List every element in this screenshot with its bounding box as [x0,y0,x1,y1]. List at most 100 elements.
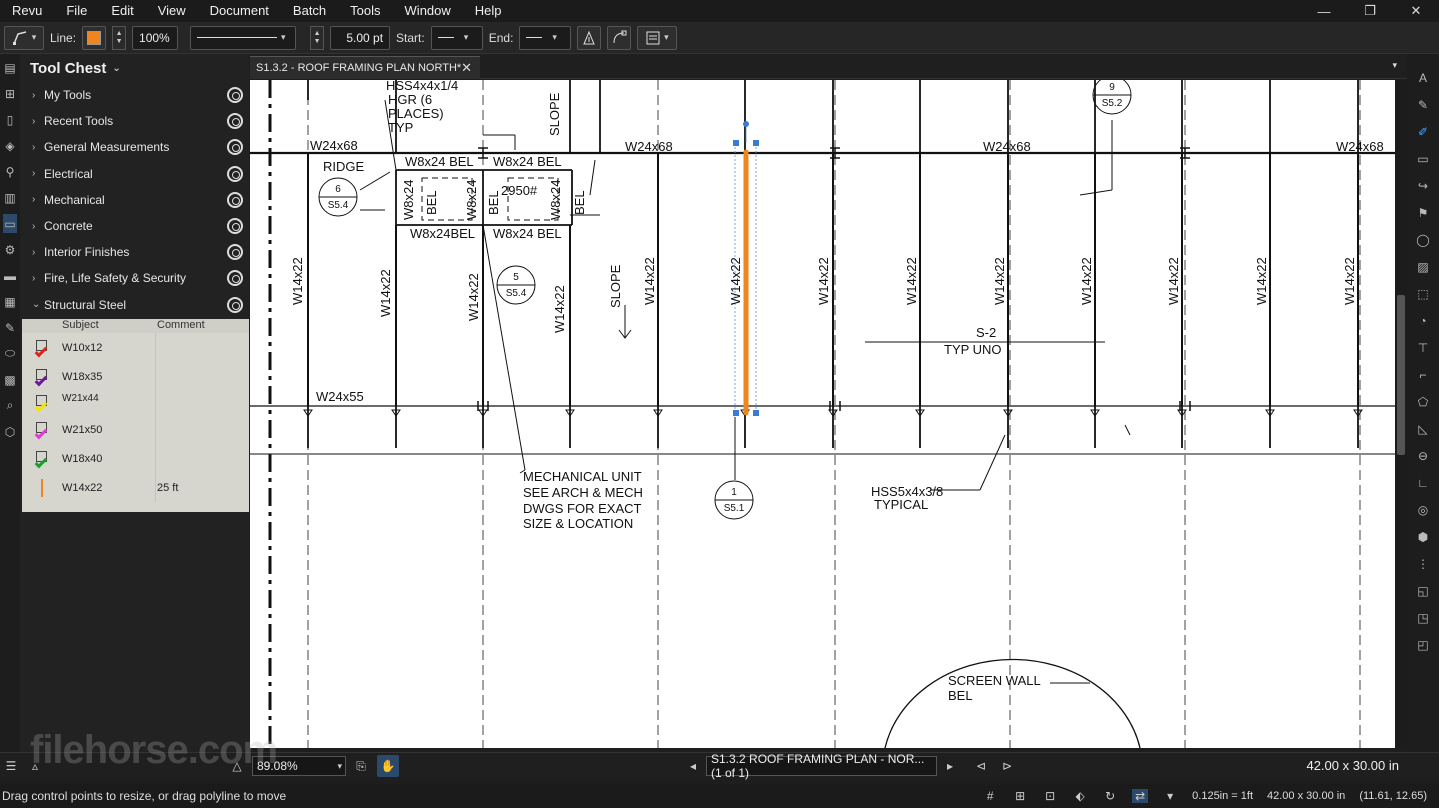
column-comment[interactable]: Comment [157,319,205,333]
menu-view[interactable]: View [146,0,198,22]
opacity-field[interactable]: 100% [132,25,179,50]
tool-chest-icon[interactable]: ▭ [3,214,17,233]
radius-icon[interactable]: ◎ [1414,500,1432,519]
document-tab[interactable]: S1.3.2 - ROOF FRAMING PLAN NORTH* ✕ [250,56,480,79]
gear-icon[interactable] [227,270,243,287]
gear-icon[interactable] [227,191,243,208]
scale-value[interactable]: 0.125in = 1ft [1192,790,1253,802]
bookmarks-icon[interactable]: ▯ [3,110,17,129]
properties-menu-button[interactable]: ▾ [637,25,678,50]
arc-tool-button[interactable] [607,25,632,50]
menu-revu[interactable]: Revu [0,0,54,22]
dynamic-fill-icon[interactable]: ⋮ [1414,554,1432,573]
signatures-icon[interactable]: ✎ [3,318,17,337]
forms-icon[interactable]: ▦ [3,292,17,311]
vertical-scrollbar[interactable] [1395,80,1407,748]
next-view-icon[interactable]: ⊳ [998,757,1016,775]
pin-icon[interactable]: ⚲ [3,162,17,181]
cutout-icon[interactable]: ◳ [1414,608,1432,627]
width-stepper[interactable]: ▲ ▼ [310,25,325,50]
reuse-icon[interactable]: ↻ [1102,789,1118,803]
gear-icon[interactable] [227,217,243,234]
tool-set-fire-life-safety[interactable]: › Fire, Life Safety & Security [20,265,249,291]
menu-tools[interactable]: Tools [338,0,392,22]
snapshot-icon[interactable]: ⬚ [1414,284,1432,303]
tool-set-interior-finishes[interactable]: › Interior Finishes [20,239,249,265]
previous-view-icon[interactable]: ⊲ [972,757,990,775]
grid-icon[interactable]: ⊞ [3,84,17,103]
gear-icon[interactable] [227,113,243,130]
highlight-icon[interactable]: ✎ [1414,95,1432,114]
tool-row-w21x50[interactable]: W21x50 [22,415,249,444]
area-icon[interactable]: ⬠ [1414,392,1432,411]
opacity-stepper[interactable]: ▲ ▼ [112,25,127,50]
select-icon[interactable]: ⎘ [352,757,370,775]
close-icon[interactable]: ✕ [461,60,472,76]
count-icon[interactable]: ⊖ [1414,446,1432,465]
menu-batch[interactable]: Batch [281,0,338,22]
line-color-picker[interactable] [82,25,107,50]
menu-file[interactable]: File [54,0,99,22]
perimeter-icon[interactable]: ◺ [1414,419,1432,438]
sketch-icon[interactable]: ◰ [1414,635,1432,654]
start-arrow-dropdown[interactable]: ▾ [430,25,483,50]
chevron-down-icon[interactable]: ▾ [337,761,342,772]
column-subject[interactable]: Subject [22,319,157,333]
pen-icon[interactable]: ✐ [1414,122,1432,141]
snap-to-grid-icon[interactable]: ⊞ [1012,789,1028,803]
menu-help[interactable]: Help [463,0,514,22]
tool-row-w14x22[interactable]: W14x22 25 ft [22,473,249,502]
roof-framing-plan[interactable]: W24x68 W24x68 W24x68 W24x68 W24x55 HSS4x… [250,80,1395,748]
gear-icon[interactable] [227,139,243,156]
drawing-canvas[interactable]: W24x68 W24x68 W24x68 W24x68 W24x55 HSS4x… [250,80,1395,748]
restore-button[interactable]: ❐ [1347,0,1393,22]
tool-set-structural-steel[interactable]: ⌄ Structural Steel [20,292,249,318]
stamp-icon[interactable]: ⚑ [1414,203,1432,222]
sync-icon[interactable]: ⇄ [1132,789,1149,803]
line-style-dropdown[interactable]: ▾ [190,25,297,50]
page-selector[interactable]: S1.3.2 ROOF FRAMING PLAN - NOR... (1 of … [706,752,937,780]
length-icon[interactable]: ⊤ [1414,338,1432,357]
pan-hand-icon[interactable]: ✋ [377,755,399,777]
snap-to-content-icon[interactable]: ⊡ [1042,789,1058,803]
gear-icon[interactable] [227,296,243,313]
polylength-icon[interactable]: ⌐ [1414,365,1432,384]
measure-icon[interactable]: ◔ [1414,311,1432,330]
tool-row-w21x44[interactable]: W21x44 [22,391,249,420]
arrow-icon[interactable]: ↪ [1414,176,1432,195]
polyline-tool-dropdown[interactable]: ▾ [4,25,44,50]
line-width-field[interactable]: 5.00 pt [330,25,391,50]
tool-set-mechanical[interactable]: › Mechanical [20,187,249,213]
gear-icon[interactable] [227,87,243,103]
minimize-button[interactable]: — [1301,0,1347,22]
sets-icon[interactable]: ⬡ [3,422,17,441]
thumbnails-icon[interactable]: ▤ [3,58,17,77]
scrollbar-thumb[interactable] [1397,295,1405,455]
chevron-down-icon[interactable]: ▾ [1392,60,1397,71]
tool-set-general-measurements[interactable]: › General Measurements [20,134,249,160]
search-icon[interactable]: ⌕ [3,396,17,415]
tool-set-electrical[interactable]: › Electrical [20,161,249,187]
tool-set-recent-tools[interactable]: › Recent Tools [20,108,249,134]
layers-icon[interactable]: ◈ [3,136,17,155]
gear-icon[interactable] [227,165,243,182]
tag-icon[interactable]: ⬭ [3,344,17,363]
menu-document[interactable]: Document [198,0,281,22]
tool-row-w18x40[interactable]: W18x40 [22,444,249,473]
angle-icon[interactable]: ∟ [1414,473,1432,492]
measurements-icon[interactable]: ▬ [3,266,17,285]
snap-to-markup-icon[interactable]: ⬖ [1072,789,1088,803]
text-tool-icon[interactable]: A [1414,68,1432,87]
batch-icon[interactable]: ▩ [3,370,17,389]
file-access-icon[interactable]: ▥ [3,188,17,207]
image-icon[interactable]: ▨ [1414,257,1432,276]
pen-format-button[interactable] [577,25,602,50]
shape-icon[interactable]: ◯ [1414,230,1432,249]
grid-icon[interactable]: # [982,789,998,803]
end-arrow-dropdown[interactable]: ▾ [519,25,572,50]
tool-row-w10x12[interactable]: W10x12 [22,333,249,362]
tool-row-w18x35[interactable]: W18x35 [22,362,249,391]
previous-page-icon[interactable]: ◂ [684,757,702,775]
next-page-icon[interactable]: ▸ [941,757,959,775]
menu-window[interactable]: Window [393,0,463,22]
